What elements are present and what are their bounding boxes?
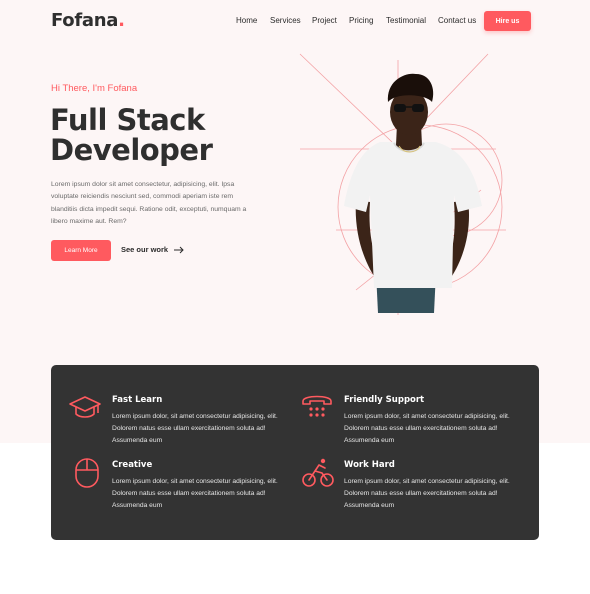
feature-title: Friendly Support [344, 395, 425, 405]
headline-line-1: Full Stack [50, 103, 205, 137]
hire-us-button[interactable]: Hire us [484, 11, 531, 31]
person-figure [344, 73, 482, 313]
feature-description: Lorem ipsum dolor, sit amet consectetur … [344, 413, 510, 444]
arrow-right-icon [174, 246, 184, 253]
logo[interactable]: Fofana. [51, 10, 125, 31]
graduation-cap-icon [69, 396, 101, 418]
nav-link-home[interactable]: Home [236, 16, 257, 25]
feature-description: Lorem ipsum dolor, sit amet consectetur … [344, 478, 510, 509]
feature-description: Lorem ipsum dolor, sit amet consectetur … [112, 413, 278, 444]
nav-link-testimonial[interactable]: Testimonial [386, 16, 426, 25]
hero-portrait-illustration [299, 53, 506, 315]
cyclist-icon [302, 458, 334, 487]
mouse-icon [75, 458, 99, 488]
nav-link-project[interactable]: Project [312, 16, 337, 25]
see-our-work-label: See our work [121, 245, 169, 254]
headline-line-2: Developer [50, 133, 213, 167]
see-our-work-link[interactable]: See our work [121, 245, 184, 254]
nav-link-services[interactable]: Services [270, 16, 301, 25]
feature-title: Creative [112, 460, 153, 470]
hero-greeting: Hi There, I'm Fofana [51, 83, 138, 94]
hero-intro: Lorem ipsum dolor sit amet consectetur, … [51, 181, 247, 225]
logo-dot: . [118, 10, 125, 31]
hero-headline: Full Stack Developer [50, 105, 270, 165]
telephone-icon [302, 395, 332, 417]
features-card: Fast Learn Lorem ipsum dolor, sit amet c… [51, 365, 539, 540]
nav-link-contact[interactable]: Contact us [438, 16, 476, 25]
feature-description: Lorem ipsum dolor, sit amet consectetur … [112, 478, 278, 509]
feature-title: Fast Learn [112, 395, 163, 405]
nav-link-pricing[interactable]: Pricing [349, 16, 373, 25]
learn-more-button[interactable]: Learn More [51, 240, 111, 261]
logo-text: Fofana [51, 10, 119, 31]
feature-title: Work Hard [344, 460, 395, 470]
